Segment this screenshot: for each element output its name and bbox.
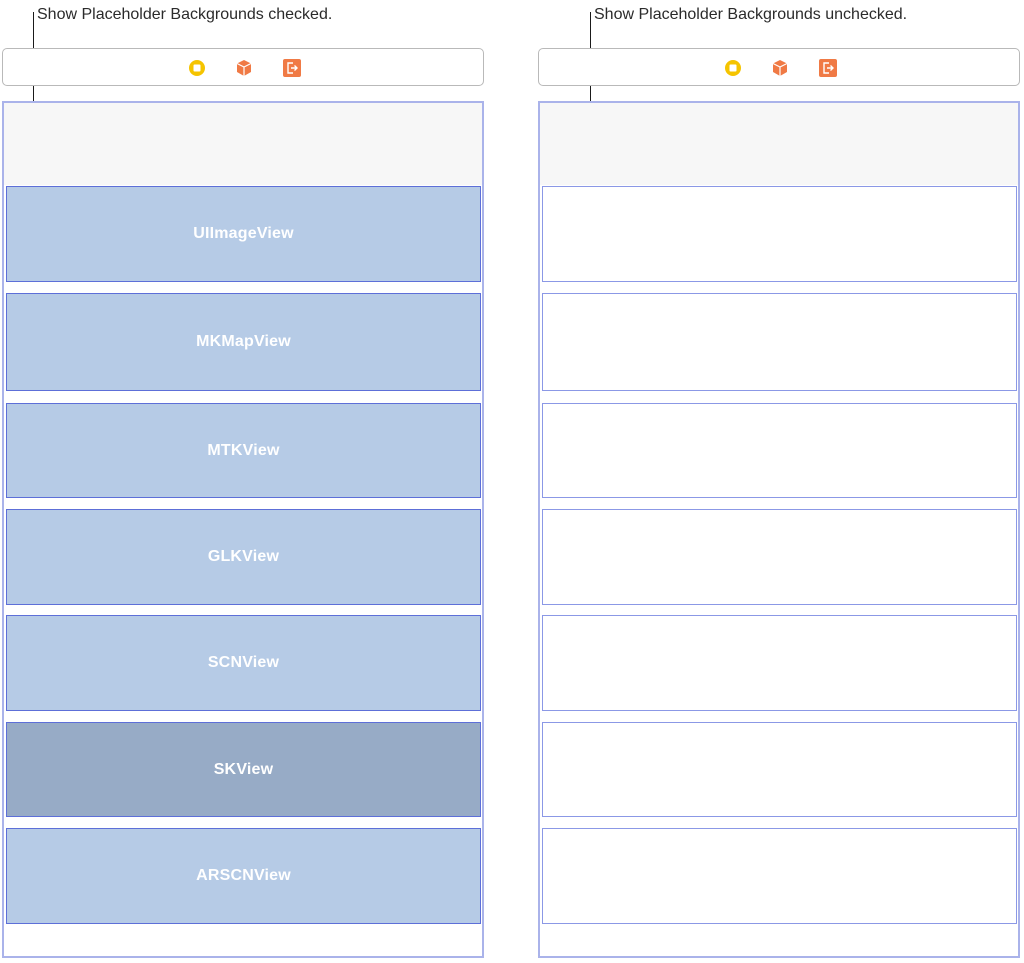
- glkview[interactable]: GLKView: [6, 509, 481, 605]
- callout-checked: Show Placeholder Backgrounds checked.: [37, 6, 333, 23]
- scene-right: [538, 101, 1020, 958]
- mkmapview[interactable]: MKMapView: [6, 293, 481, 391]
- view-label: SKView: [213, 760, 274, 778]
- first-responder-icon[interactable]: [724, 59, 742, 77]
- scene-dock-left: [2, 48, 484, 86]
- cube-icon[interactable]: [771, 59, 789, 77]
- view-label: MTKView: [207, 441, 280, 459]
- view-label: GLKView: [207, 548, 280, 565]
- exit-icon[interactable]: [819, 59, 837, 77]
- scnview-empty[interactable]: [542, 615, 1017, 711]
- mtkview[interactable]: MTKView: [6, 403, 481, 498]
- scene-header-right: [540, 103, 1018, 185]
- scene-dock-right: [538, 48, 1020, 86]
- uiimageview-empty[interactable]: [542, 186, 1017, 282]
- glkview-empty[interactable]: [542, 509, 1017, 605]
- arscnview-empty[interactable]: [542, 828, 1017, 924]
- scene-header-left: [4, 103, 482, 185]
- exit-icon[interactable]: [283, 59, 301, 77]
- view-label: MKMapView: [196, 333, 291, 350]
- view-label: UIImageView: [193, 225, 294, 242]
- view-label: ARSCNView: [196, 867, 291, 884]
- cube-icon[interactable]: [235, 59, 253, 77]
- arscnview[interactable]: ARSCNView: [6, 828, 481, 924]
- callout-unchecked: Show Placeholder Backgrounds unchecked.: [594, 6, 908, 23]
- uiimageview[interactable]: UIImageView: [6, 186, 481, 282]
- mtkview-empty[interactable]: [542, 403, 1017, 498]
- first-responder-icon[interactable]: [188, 59, 206, 77]
- skview-empty[interactable]: [542, 722, 1017, 817]
- mkmapview-empty[interactable]: [542, 293, 1017, 391]
- view-label: SCNView: [207, 654, 280, 671]
- skview[interactable]: SKView: [6, 722, 481, 817]
- scnview[interactable]: SCNView: [6, 615, 481, 711]
- scene-left: UIImageView MKMapView MTKView GLKView SC…: [2, 101, 484, 958]
